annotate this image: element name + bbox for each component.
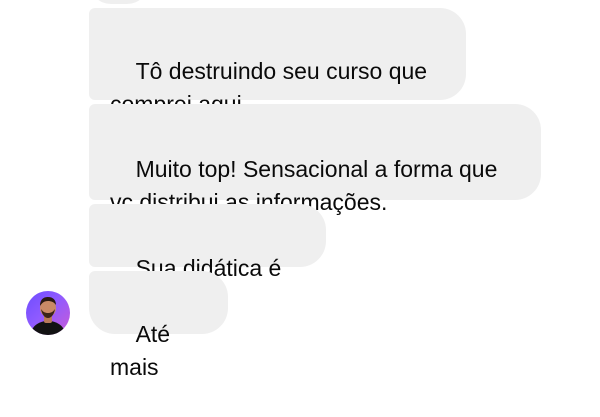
message-bubble[interactable]: Até mais [89, 271, 228, 380]
chat-thread: Tô destruindo seu curso que comprei aqui… [0, 0, 600, 380]
message-text: Até mais [110, 321, 177, 380]
avatar[interactable] [26, 291, 70, 335]
message-bubble[interactable]: Muito top! Sensacional a forma que vc di… [89, 104, 541, 215]
message-bubble-partial [89, 0, 149, 4]
message-bubble[interactable]: Tô destruindo seu curso que comprei aqui [89, 8, 466, 117]
message-bubble[interactable]: Sua didática é 10 [89, 204, 326, 314]
person-avatar-icon [30, 297, 66, 335]
